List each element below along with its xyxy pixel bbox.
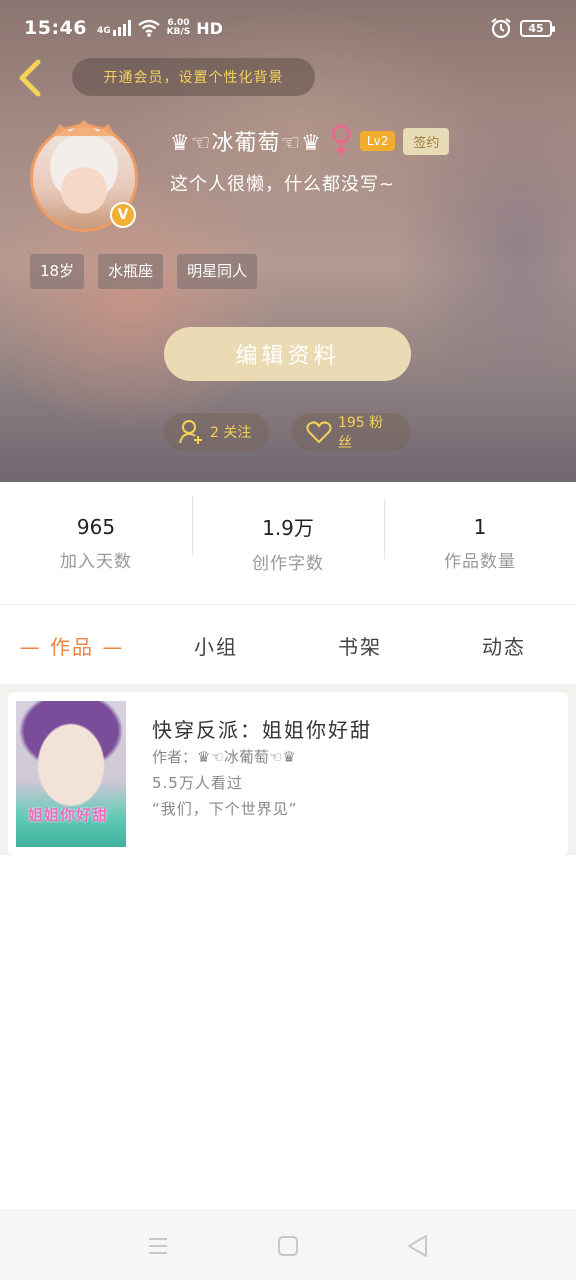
tab-bookshelf[interactable]: 书架	[288, 631, 432, 660]
bio-text: 这个人很懒，什么都没写~	[170, 174, 396, 195]
signal-icon: 4G	[97, 20, 131, 36]
profile-tags: 18岁 水瓶座 明星同人	[30, 254, 258, 289]
square-icon[interactable]	[275, 1233, 301, 1259]
list-item[interactable]: 姐姐你好甜 快穿反派：姐姐你好甜 作者：♛☜冰葡萄☜♛ 5.5万人看过 “我们，…	[8, 692, 568, 855]
network-type: 4G	[96, 26, 111, 36]
verified-badge: V	[110, 202, 136, 228]
network-indicators: 4G 6.00 KB/S HD	[97, 19, 223, 38]
profile-tabs: — 作品 — 小组 书架 动态	[0, 606, 576, 684]
book-cover: 姐姐你好甜	[16, 701, 126, 847]
triangle-back-icon[interactable]	[405, 1233, 431, 1259]
tab-works[interactable]: — 作品 —	[0, 631, 144, 660]
stat-work-count: 1 作品数量	[384, 498, 576, 572]
vip-background-button[interactable]: 开通会员，设置个性化背景	[72, 58, 315, 96]
tag-zodiac: 水瓶座	[98, 254, 164, 289]
following-label: 2 关注	[210, 425, 252, 441]
work-quote: “我们，下个世界见”	[152, 800, 298, 818]
work-title: 快穿反派：姐姐你好甜	[152, 718, 372, 742]
battery-level: 45	[528, 21, 544, 35]
female-icon	[331, 124, 351, 156]
tab-activity[interactable]: 动态	[432, 631, 576, 660]
tab-groups[interactable]: 小组	[144, 631, 288, 660]
status-time: 15:46	[24, 17, 87, 39]
signed-badge: 签约	[403, 127, 450, 155]
network-speed: 6.00 KB/S	[167, 19, 191, 37]
chevron-left-icon	[19, 59, 41, 97]
back-button[interactable]	[14, 56, 48, 100]
user-add-icon	[179, 420, 202, 444]
level-badge: Lv2	[359, 131, 396, 151]
heart-icon	[306, 421, 332, 444]
system-nav-bar	[0, 1210, 576, 1280]
cover-title: 姐姐你好甜	[28, 806, 109, 824]
stat-label: 作品数量	[444, 551, 516, 572]
menu-icon[interactable]	[145, 1233, 171, 1259]
edit-profile-button[interactable]: 编辑资料	[164, 327, 411, 381]
profile-header: 15:46 4G 6.00 KB/S HD 45 开通会员，设置个性化背景 V …	[0, 0, 576, 482]
speed-unit: KB/S	[166, 27, 191, 37]
stat-label: 加入天数	[60, 551, 132, 572]
stats-row: 965 加入天数 1.9万 创作字数 1 作品数量	[0, 482, 576, 605]
stat-value: 965	[76, 514, 116, 539]
stat-value: 1.9万	[262, 516, 314, 540]
wifi-icon	[137, 19, 160, 37]
name-row: ♛☜冰葡萄☜♛ Lv2 签约	[170, 124, 450, 158]
fans-button[interactable]: 195 粉丝	[292, 413, 411, 451]
username: ♛☜冰葡萄☜♛	[170, 131, 322, 156]
fans-label: 195 粉丝	[337, 415, 384, 451]
stat-value: 1	[473, 514, 487, 539]
stat-join-days: 965 加入天数	[0, 515, 192, 572]
hd-indicator: HD	[196, 18, 223, 38]
work-author: 作者：♛☜冰葡萄☜♛	[152, 748, 296, 766]
tag-age: 18岁	[30, 254, 85, 289]
alarm-icon	[491, 18, 511, 39]
battery-icon: 45	[520, 19, 555, 37]
stat-label: 创作字数	[252, 554, 324, 574]
status-bar: 15:46 4G 6.00 KB/S HD 45	[0, 0, 576, 56]
following-button[interactable]: 2 关注	[164, 413, 269, 451]
avatar[interactable]: V	[30, 120, 138, 232]
avatar-frame-crown-icon	[52, 120, 116, 136]
stat-word-count: 1.9万 创作字数	[192, 496, 384, 574]
tag-category: 明星同人	[177, 254, 258, 289]
status-right: 45	[490, 17, 555, 39]
work-views: 5.5万人看过	[152, 774, 243, 792]
